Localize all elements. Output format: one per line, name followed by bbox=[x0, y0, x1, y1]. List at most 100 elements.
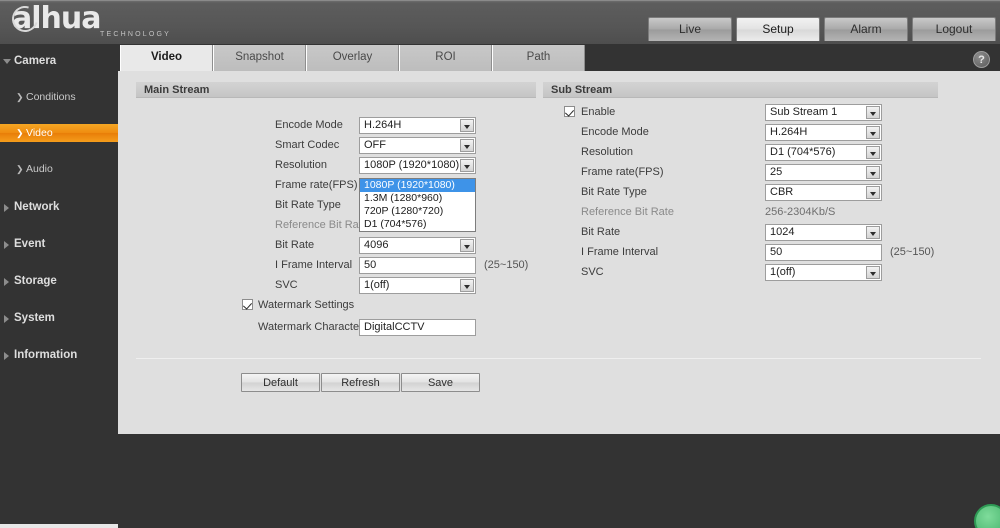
label-sub-bit-rate-type: Bit Rate Type bbox=[581, 186, 647, 198]
chevron-down-icon bbox=[460, 119, 474, 132]
nav-button-setup[interactable]: Setup bbox=[736, 17, 820, 41]
input-main-i-frame-interval[interactable]: 50 bbox=[359, 257, 476, 274]
label-main-svc: SVC bbox=[275, 279, 298, 291]
sidebar-item-audio[interactable]: ❯ Audio bbox=[0, 160, 118, 178]
help-icon[interactable]: ? bbox=[973, 51, 990, 68]
label-sub-svc: SVC bbox=[581, 266, 604, 278]
tab-overlay[interactable]: Overlay bbox=[306, 45, 399, 71]
sidebar-label-network: Network bbox=[14, 201, 60, 213]
row-sub-i-frame-interval: I Frame Interval 50 (25~150) bbox=[543, 242, 943, 262]
default-button[interactable]: Default bbox=[241, 373, 320, 392]
label-sub-reference-bit-rate: Reference Bit Rate bbox=[581, 206, 674, 218]
value-sub-resolution: D1 (704*576) bbox=[770, 146, 836, 158]
select-sub-bit-rate[interactable]: 1024 bbox=[765, 224, 882, 241]
refresh-button[interactable]: Refresh bbox=[321, 373, 400, 392]
select-sub-resolution[interactable]: D1 (704*576) bbox=[765, 144, 882, 161]
select-sub-frame-rate[interactable]: 25 bbox=[765, 164, 882, 181]
label-sub-i-frame-interval: I Frame Interval bbox=[581, 246, 659, 258]
select-sub-svc[interactable]: 1(off) bbox=[765, 264, 882, 281]
dahua-camera-config-page: alhua TECHNOLOGY Live Setup Alarm Logout… bbox=[0, 0, 1000, 528]
tab-video[interactable]: Video bbox=[120, 45, 213, 71]
sidebar-item-event[interactable]: Event bbox=[0, 235, 118, 253]
chevron-down-icon bbox=[460, 239, 474, 252]
chevron-right-icon bbox=[4, 241, 9, 249]
chevron-right-icon: ❯ bbox=[16, 164, 24, 174]
content-area: Video Snapshot Overlay ROI Path ? Main S… bbox=[118, 44, 1000, 434]
select-main-svc[interactable]: 1(off) bbox=[359, 277, 476, 294]
select-sub-encode-mode[interactable]: H.264H bbox=[765, 124, 882, 141]
input-watermark-character[interactable]: DigitalCCTV bbox=[359, 319, 476, 336]
sidebar-label-camera: Camera bbox=[14, 55, 57, 67]
chevron-down-icon bbox=[460, 159, 474, 172]
tab-snapshot[interactable]: Snapshot bbox=[213, 45, 306, 71]
label-sub-bit-rate: Bit Rate bbox=[581, 226, 621, 238]
select-main-bit-rate[interactable]: 4096 bbox=[359, 237, 476, 254]
row-main-encode-mode: Encode Mode H.264H bbox=[136, 115, 536, 135]
chevron-right-icon: ❯ bbox=[16, 92, 24, 102]
hint-sub-i-frame-interval: (25~150) bbox=[890, 246, 935, 258]
input-sub-i-frame-interval[interactable]: 50 bbox=[765, 244, 882, 261]
chevron-right-icon: ❯ bbox=[16, 128, 24, 138]
sidebar-label-conditions: Conditions bbox=[26, 91, 76, 103]
sidebar-nav: Camera ❯ Conditions ❯ Video ❯ Audio Netw… bbox=[0, 44, 118, 528]
row-main-watermark-character: Watermark Character DigitalCCTV bbox=[136, 317, 536, 337]
label-main-bit-rate-type: Bit Rate Type bbox=[275, 199, 341, 211]
tab-path[interactable]: Path bbox=[492, 45, 585, 71]
dropdown-option-1080p[interactable]: 1080P (1920*1080) bbox=[360, 179, 475, 192]
sub-stream-section-header: Sub Stream bbox=[543, 82, 938, 98]
row-main-bit-rate: Bit Rate 4096 bbox=[136, 235, 536, 255]
chevron-right-icon bbox=[4, 204, 9, 212]
sidebar-item-system[interactable]: System bbox=[0, 309, 118, 327]
sidebar-label-system: System bbox=[14, 312, 55, 324]
status-badge bbox=[974, 504, 1000, 528]
value-main-encode-mode: H.264H bbox=[364, 119, 402, 131]
value-sub-bit-rate-type: CBR bbox=[770, 186, 794, 198]
dropdown-option-720p[interactable]: 720P (1280*720) bbox=[360, 205, 475, 218]
tab-roi[interactable]: ROI bbox=[399, 45, 492, 71]
select-main-smart-codec[interactable]: OFF bbox=[359, 137, 476, 154]
row-main-reference-bit-rate: Reference Bit Rate 1792-8192Kb/S bbox=[136, 215, 536, 235]
sidebar-item-information[interactable]: Information bbox=[0, 346, 118, 364]
sidebar-item-conditions[interactable]: ❯ Conditions bbox=[0, 88, 118, 106]
sidebar-item-video[interactable]: ❯ Video bbox=[0, 124, 118, 142]
label-watermark-character: Watermark Character bbox=[258, 321, 363, 333]
value-main-bit-rate: 4096 bbox=[364, 239, 389, 251]
row-main-resolution: Resolution 1080P (1920*1080) bbox=[136, 155, 536, 175]
checkbox-sub-stream-enable[interactable] bbox=[564, 106, 575, 117]
resolution-dropdown-list[interactable]: 1080P (1920*1080) 1.3M (1280*960) 720P (… bbox=[359, 178, 476, 232]
sidebar-item-storage[interactable]: Storage bbox=[0, 272, 118, 290]
label-main-encode-mode: Encode Mode bbox=[275, 119, 343, 131]
sidebar-label-storage: Storage bbox=[14, 275, 57, 287]
nav-button-logout[interactable]: Logout bbox=[912, 17, 996, 41]
chevron-down-icon bbox=[3, 59, 11, 64]
row-main-frame-rate: Frame rate(FPS) bbox=[136, 175, 536, 195]
row-sub-reference-bit-rate: Reference Bit Rate 256-2304Kb/S bbox=[543, 202, 943, 222]
dropdown-option-d1[interactable]: D1 (704*576) bbox=[360, 218, 475, 231]
label-main-smart-codec: Smart Codec bbox=[275, 139, 340, 151]
value-sub-bit-rate: 1024 bbox=[770, 226, 795, 238]
dropdown-option-1-3m[interactable]: 1.3M (1280*960) bbox=[360, 192, 475, 205]
chevron-down-icon bbox=[866, 126, 880, 139]
sidebar-bottom-strip bbox=[0, 524, 118, 528]
sidebar-item-network[interactable]: Network bbox=[0, 198, 118, 216]
row-sub-encode-mode: Encode Mode H.264H bbox=[543, 122, 943, 142]
label-sub-encode-mode: Encode Mode bbox=[581, 126, 649, 138]
nav-button-alarm[interactable]: Alarm bbox=[824, 17, 908, 41]
select-sub-stream-choice[interactable]: Sub Stream 1 bbox=[765, 104, 882, 121]
row-sub-frame-rate: Frame rate(FPS) 25 bbox=[543, 162, 943, 182]
sidebar-item-camera[interactable]: Camera bbox=[0, 52, 118, 70]
checkbox-watermark-settings[interactable] bbox=[242, 299, 253, 310]
nav-button-live[interactable]: Live bbox=[648, 17, 732, 41]
chevron-down-icon bbox=[866, 146, 880, 159]
label-main-bit-rate: Bit Rate bbox=[275, 239, 315, 251]
save-button[interactable]: Save bbox=[401, 373, 480, 392]
select-main-encode-mode[interactable]: H.264H bbox=[359, 117, 476, 134]
chevron-down-icon bbox=[866, 106, 880, 119]
select-sub-bit-rate-type[interactable]: CBR bbox=[765, 184, 882, 201]
sidebar-label-video: Video bbox=[26, 127, 53, 139]
row-sub-svc: SVC 1(off) bbox=[543, 262, 943, 282]
value-sub-encode-mode: H.264H bbox=[770, 126, 808, 138]
chevron-right-icon bbox=[4, 278, 9, 286]
select-main-resolution[interactable]: 1080P (1920*1080) bbox=[359, 157, 476, 174]
label-sub-frame-rate: Frame rate(FPS) bbox=[581, 166, 664, 178]
